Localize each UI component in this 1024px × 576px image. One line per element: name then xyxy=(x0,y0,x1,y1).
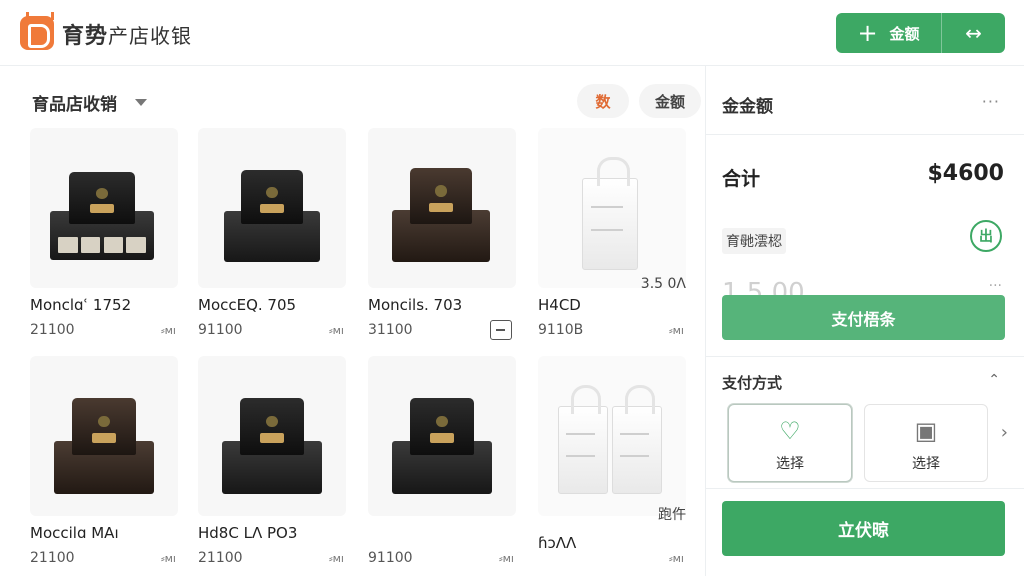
chevron-down-icon xyxy=(135,99,147,106)
confirm-payment-button[interactable]: 立伏晾 xyxy=(722,501,1005,556)
payment-method-label: 选择 xyxy=(912,456,940,472)
add-amount-button[interactable]: + 金额 xyxy=(836,13,942,53)
product-tag: ⸗мı xyxy=(668,552,684,565)
product-name: Moccilɑ MAı xyxy=(30,524,119,542)
product-tag: ⸗мı xyxy=(668,324,684,337)
app-title: 育势产店收银 xyxy=(62,18,192,50)
product-image xyxy=(538,128,686,288)
product-price: 9110B xyxy=(538,322,584,338)
product-name: Moncils. 703 xyxy=(368,296,463,314)
product-image xyxy=(198,356,346,516)
product-tag: ⸗мı xyxy=(160,324,176,337)
product-image xyxy=(368,356,516,516)
heart-icon: ♡ xyxy=(779,417,801,445)
app-logo-icon xyxy=(20,12,54,50)
pay-record-button[interactable]: 支付梧条 xyxy=(722,295,1005,340)
add-amount-label: 金额 xyxy=(889,24,920,43)
discount-label: 育毑澐梕 xyxy=(722,228,786,254)
top-bar: 育势产店收银 + 金额 ↔ xyxy=(0,0,1024,66)
add-to-cart-icon[interactable] xyxy=(490,320,512,340)
cart-panel: 金金额 ··· 合计 $4600 育毑澐梕 出 1.5 00 ··· 支付梧条 … xyxy=(705,66,1024,576)
product-price: 91100 xyxy=(368,550,413,566)
product-name: H4CD xyxy=(538,296,581,314)
product-tag: ⸗мı xyxy=(328,552,344,565)
sort-by-amount-button[interactable]: 金额 xyxy=(639,84,701,118)
product-image xyxy=(30,356,178,516)
total-value: $4600 xyxy=(927,161,1004,186)
category-dropdown[interactable]: 育品店收销 xyxy=(32,90,147,115)
payment-method-title: 支付方式 xyxy=(722,374,783,392)
product-tag: ⸗мı xyxy=(328,324,344,337)
plus-icon: + xyxy=(857,19,878,47)
product-image xyxy=(30,128,178,288)
product-price: 21100 xyxy=(30,322,75,338)
discount-icon[interactable]: 出 xyxy=(970,220,1002,252)
product-price: 91100 xyxy=(198,322,243,338)
app-title-main: 育势 xyxy=(62,24,109,49)
divider xyxy=(706,356,1024,357)
chevron-up-icon[interactable]: ⌃ xyxy=(988,372,1000,388)
product-name: Hd8C LɅ PO3 xyxy=(198,524,298,542)
product-weight: 3.5 0Ʌ xyxy=(640,276,686,292)
product-price: 31100 xyxy=(368,322,413,338)
top-actions: + 金额 ↔ xyxy=(836,13,1005,53)
more-options-icon[interactable]: ··· xyxy=(989,278,1002,294)
category-dropdown-label: 育品店收销 xyxy=(32,95,117,115)
divider xyxy=(706,488,1024,489)
product-weight: 跑仵 xyxy=(658,507,686,523)
product-tag: ⸗мı xyxy=(498,552,514,565)
cart-title: 金金额 xyxy=(722,97,773,117)
product-tag: ⸗мı xyxy=(160,552,176,565)
product-price: 21100 xyxy=(198,550,243,566)
product-name: Monclɑʿ 1752 xyxy=(30,296,132,314)
divider xyxy=(706,134,1024,135)
product-name: MoccEQ. 705 xyxy=(198,296,297,314)
product-image xyxy=(198,128,346,288)
chevron-right-icon[interactable]: › xyxy=(1001,422,1008,443)
product-name: ɦɔɅɅ xyxy=(538,534,577,552)
sort-by-count-button[interactable]: 数 xyxy=(577,84,629,118)
payment-method-option[interactable]: ♡ 选择 xyxy=(728,404,852,482)
app-title-sub: 产店收银 xyxy=(108,24,193,48)
payment-method-option[interactable]: ▣ 选择 xyxy=(864,404,988,482)
total-label: 合计 xyxy=(722,168,761,190)
product-price: 21100 xyxy=(30,550,75,566)
more-options-icon[interactable]: ··· xyxy=(982,92,1000,111)
payment-method-label: 选择 xyxy=(776,456,804,472)
product-image xyxy=(368,128,516,288)
product-image xyxy=(538,356,686,516)
swap-arrows-icon[interactable]: ↔ xyxy=(942,13,1005,53)
card-reader-icon: ▣ xyxy=(914,417,938,445)
